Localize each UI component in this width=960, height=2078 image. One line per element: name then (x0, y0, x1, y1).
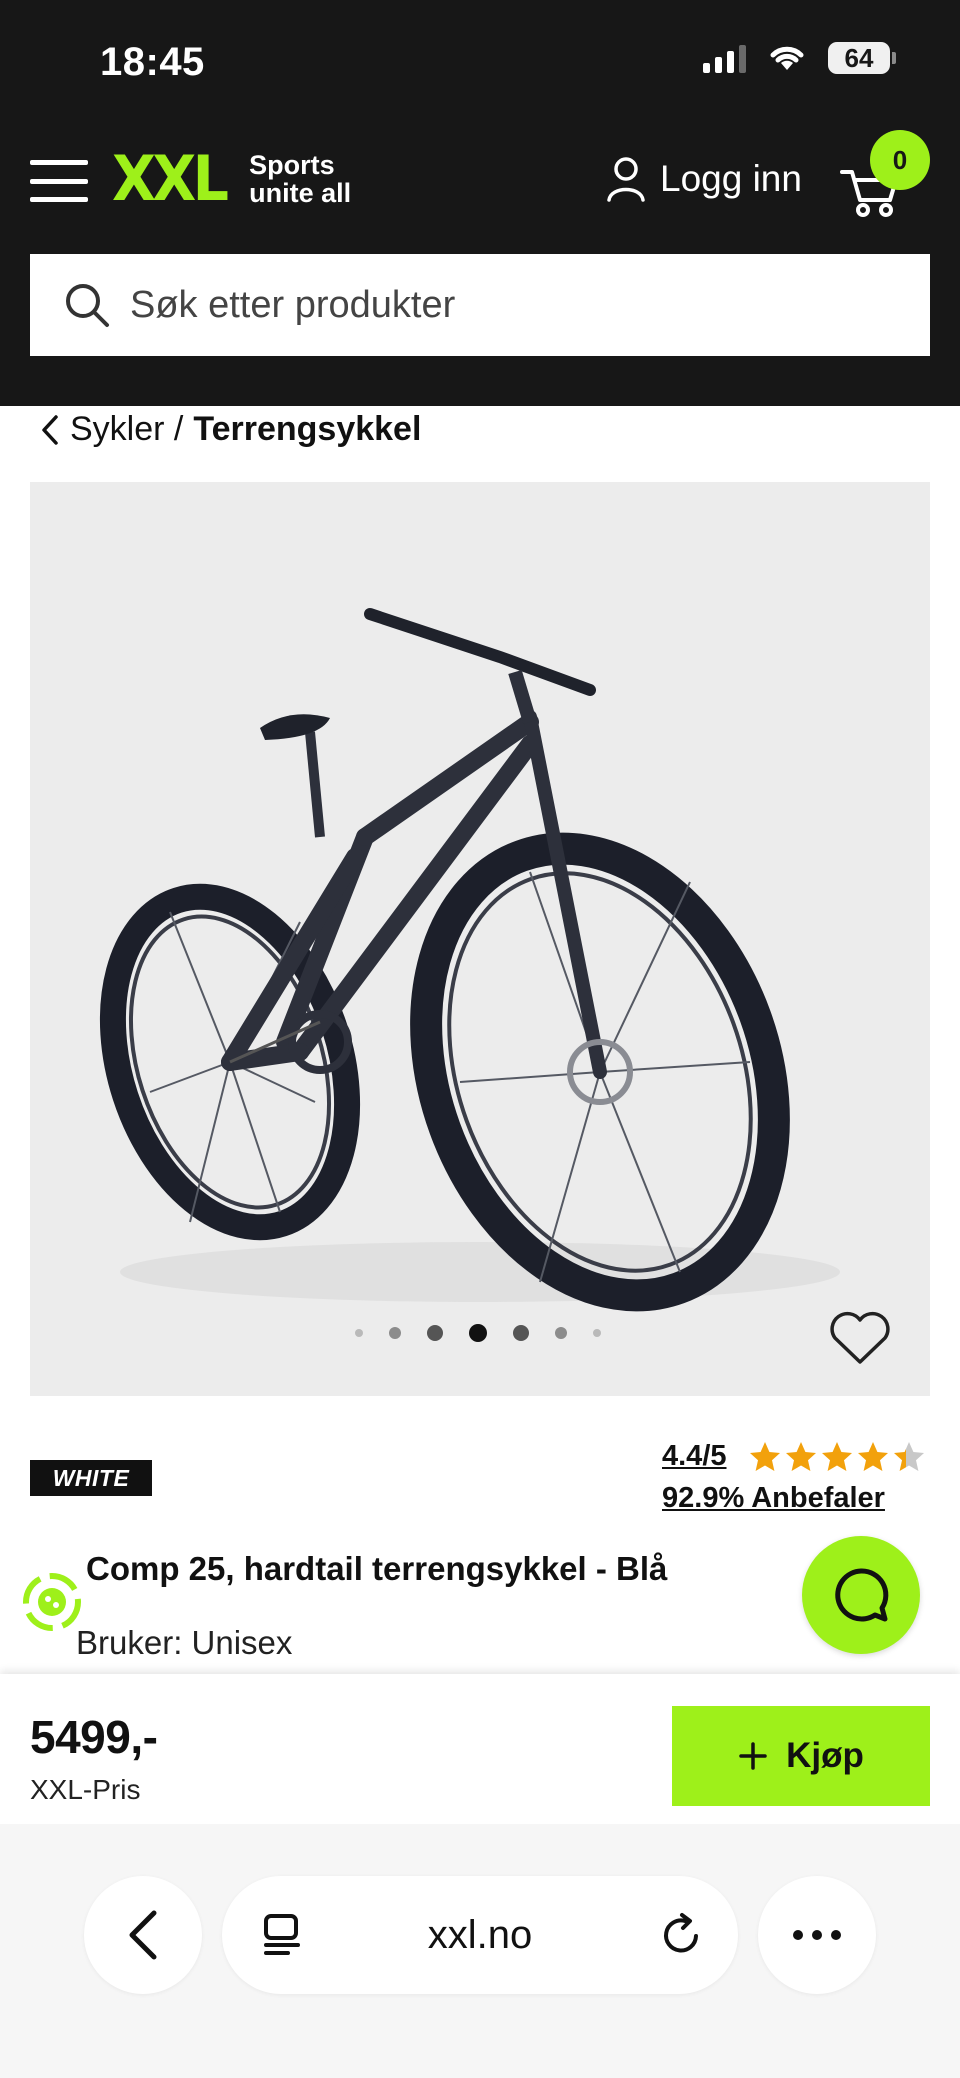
logo-wordmark: XXL (112, 142, 229, 215)
reload-icon[interactable] (658, 1912, 704, 1958)
breadcrumb: Sykler / Terrengsykkel (40, 410, 421, 449)
price-label: XXL-Pris (30, 1774, 141, 1805)
brand-logo[interactable]: WHITE (30, 1460, 152, 1496)
chevron-left-icon (129, 1910, 157, 1960)
bicycle-image (99, 608, 840, 1312)
search-input[interactable]: Søk etter produkter (30, 254, 930, 356)
product-user: Bruker: Unisex (76, 1624, 293, 1661)
star-icon (750, 1442, 780, 1471)
cellular-signal-icon (703, 43, 746, 73)
tagline-line-1: Sports (249, 150, 335, 180)
login-label: Logg inn (660, 158, 802, 199)
xxl-logo[interactable]: XXL Sports unite all (112, 148, 351, 210)
chat-button[interactable] (802, 1536, 920, 1654)
cookie-consent-icon[interactable] (18, 1568, 86, 1636)
tabs-icon[interactable] (260, 1912, 306, 1958)
gallery-dot-active[interactable] (469, 1324, 487, 1342)
logo-tagline: Sports unite all (249, 151, 351, 207)
gallery-dot[interactable] (555, 1327, 567, 1339)
address-bar[interactable]: xxl.no (222, 1876, 738, 1994)
gallery-pagination (0, 1324, 958, 1342)
search-icon (66, 284, 109, 327)
product-price: 5499,- (30, 1711, 158, 1763)
cart-count-badge[interactable]: 0 (870, 130, 930, 190)
status-time: 18:45 (100, 40, 205, 84)
browser-back-button[interactable] (84, 1876, 202, 1994)
gallery-dot[interactable] (427, 1325, 443, 1341)
battery-icon: 64 (828, 42, 896, 74)
tagline-line-2: unite all (249, 178, 352, 208)
buy-label: Kjøp (786, 1736, 864, 1775)
rating-stars (748, 1440, 926, 1474)
breadcrumb-parent[interactable]: Sykler / (70, 410, 183, 449)
breadcrumb-current: Terrengsykkel (193, 410, 422, 448)
star-icon (858, 1442, 888, 1471)
header-bar: 18:45 64 XXL Sports unite all Logg inn 0… (0, 0, 960, 406)
hamburger-menu-icon[interactable] (30, 160, 88, 202)
gallery-dot[interactable] (355, 1329, 363, 1337)
chat-bubble-icon (835, 1568, 889, 1622)
star-icon (786, 1442, 816, 1471)
user-icon (607, 157, 645, 202)
gallery-dot[interactable] (513, 1325, 529, 1341)
rating-score[interactable]: 4.4/5 (662, 1440, 727, 1473)
battery-level: 64 (828, 42, 890, 74)
more-options-button[interactable] (758, 1876, 876, 1994)
product-title: Comp 25, hardtail terrengsykkel - Blå (86, 1550, 668, 1587)
buy-button[interactable]: Kjøp (672, 1706, 930, 1806)
heart-icon[interactable] (828, 1310, 892, 1366)
star-icon (822, 1442, 852, 1471)
chevron-left-icon[interactable] (40, 414, 60, 446)
recommend-percentage[interactable]: 92.9% Anbefaler (662, 1482, 885, 1515)
status-icons: 64 (703, 42, 896, 74)
search-placeholder: Søk etter produkter (130, 283, 456, 326)
gallery-dot[interactable] (389, 1327, 401, 1339)
gallery-dot[interactable] (593, 1329, 601, 1337)
wifi-icon (770, 46, 804, 70)
product-image-gallery[interactable] (30, 482, 930, 1396)
star-icon (894, 1442, 924, 1471)
plus-icon (739, 1742, 767, 1770)
login-button[interactable]: Logg inn (606, 156, 802, 202)
